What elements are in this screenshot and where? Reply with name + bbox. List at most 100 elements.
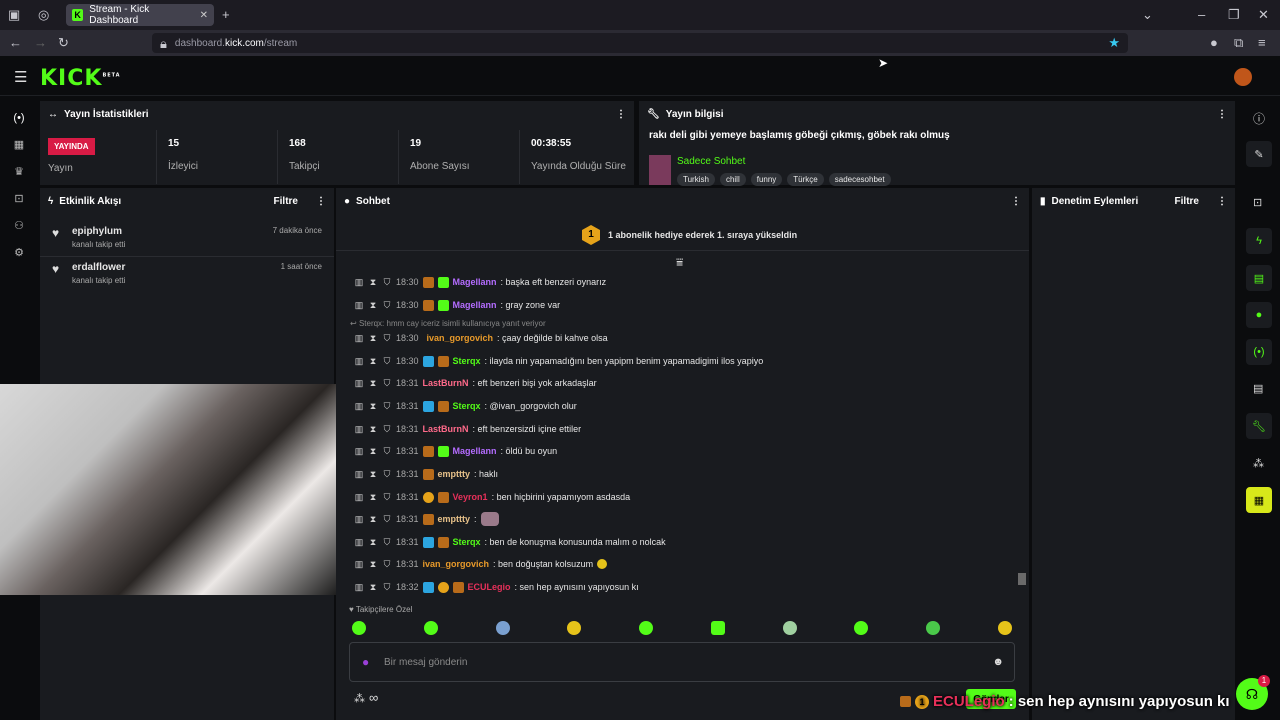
avatar[interactable] (1234, 68, 1252, 86)
filter-button[interactable]: Filtre (1175, 196, 1199, 207)
timeout-icon[interactable]: ⧗ (368, 356, 378, 367)
timeout-icon[interactable]: ⧗ (368, 300, 378, 311)
trash-icon[interactable]: ▥ (354, 300, 364, 311)
more-icon[interactable]: ⋮ (1011, 196, 1021, 207)
reload-icon[interactable]: ↻ (58, 36, 69, 49)
trash-icon[interactable]: ▥ (354, 514, 364, 525)
community-icon[interactable]: ⚇ (12, 219, 26, 233)
activity-user[interactable]: erdalflower (72, 262, 125, 273)
emote-button[interactable] (423, 621, 438, 635)
ban-icon[interactable]: ⛉ (382, 356, 392, 367)
ban-icon[interactable]: ⛉ (382, 277, 392, 288)
filter-button[interactable]: Filtre (274, 196, 298, 207)
infinity-icon[interactable]: ∞ (369, 690, 378, 705)
edit-button[interactable]: ✎ (1246, 141, 1272, 167)
emote-button[interactable] (639, 621, 654, 635)
extensions-icon[interactable]: ⧉ (1234, 36, 1243, 49)
tag[interactable]: Türkçe (787, 173, 824, 186)
timeout-icon[interactable]: ⧗ (368, 333, 378, 344)
timeout-icon[interactable]: ⧗ (368, 492, 378, 503)
message-user[interactable]: Sterqx (453, 537, 481, 547)
trash-icon[interactable]: ▥ (354, 492, 364, 503)
trash-icon[interactable]: ▥ (354, 537, 364, 548)
tag[interactable]: sadecesohbet (828, 173, 891, 186)
trash-icon[interactable]: ▥ (354, 582, 364, 593)
url-field[interactable]: 🔒︎ dashboard.kick.com/stream ★ (152, 33, 1128, 53)
broadcast-icon[interactable]: (•) (12, 112, 26, 126)
message-user[interactable]: Magellann (453, 446, 497, 456)
moderation-icon[interactable]: ⊡ (1253, 196, 1262, 209)
chat-scrollbar[interactable] (1018, 268, 1026, 594)
trash-icon[interactable]: ▥ (354, 559, 364, 570)
message-user[interactable]: ECULegio (468, 582, 511, 592)
new-tab-icon[interactable]: + (222, 8, 230, 21)
message-user[interactable]: Sterqx (453, 401, 481, 411)
shield-icon[interactable]: ● (1210, 36, 1218, 49)
ban-icon[interactable]: ⛉ (382, 559, 392, 570)
timeout-icon[interactable]: ⧗ (368, 514, 378, 525)
scrollbar-thumb[interactable] (1018, 573, 1026, 585)
trash-icon[interactable]: ▥ (354, 446, 364, 457)
support-chat-button[interactable]: ☊ 1 (1236, 675, 1270, 710)
timeout-icon[interactable]: ⧗ (368, 277, 378, 288)
tag[interactable]: Turkish (677, 173, 715, 186)
tab-list-icon[interactable]: ▣ (8, 8, 20, 21)
menu-icon[interactable]: ≡ (1258, 36, 1266, 49)
more-icon[interactable]: ⋮ (616, 109, 626, 120)
emote-button[interactable] (567, 621, 582, 635)
browser-tab[interactable]: K Stream - Kick Dashboard ✕ (66, 4, 214, 26)
message-user[interactable]: empttty (438, 514, 471, 524)
forward-icon[interactable]: → (34, 36, 47, 49)
analytics-icon[interactable]: ▦ (12, 138, 26, 152)
trash-icon[interactable]: ▥ (354, 469, 364, 480)
chevron-down-icon[interactable]: ⌄ (1142, 8, 1153, 21)
activity-user[interactable]: epiphylum (72, 226, 122, 237)
trophy-icon[interactable]: ♛ (12, 165, 26, 179)
close-tab-icon[interactable]: ✕ (200, 10, 208, 21)
timeout-icon[interactable]: ⧗ (368, 424, 378, 435)
timeout-icon[interactable]: ⧗ (368, 582, 378, 593)
emote-button[interactable] (997, 621, 1012, 635)
trash-icon[interactable]: ▥ (354, 378, 364, 389)
trash-icon[interactable]: ▥ (354, 401, 364, 412)
emote-button[interactable] (854, 621, 869, 635)
tag[interactable]: funny (750, 173, 783, 186)
trash-icon[interactable]: ▥ (354, 333, 364, 344)
timeout-icon[interactable]: ⧗ (368, 378, 378, 389)
timeout-icon[interactable]: ⧗ (368, 401, 378, 412)
emote-button[interactable] (926, 621, 941, 635)
broadcast-button[interactable]: (•) (1246, 339, 1272, 365)
message-user[interactable]: LastBurnN (423, 424, 469, 434)
maximize-icon[interactable]: ❐ (1228, 8, 1240, 21)
pause-scroll-icon[interactable]: ⩸ (676, 255, 683, 270)
moderation-icon[interactable]: ⊡ (12, 192, 26, 206)
share-icon[interactable]: ⁂ (1253, 457, 1264, 470)
timeout-icon[interactable]: ⧗ (368, 469, 378, 480)
ban-icon[interactable]: ⛉ (382, 333, 392, 344)
timeout-icon[interactable]: ⧗ (368, 559, 378, 570)
settings-icon[interactable]: ⁂ (354, 692, 365, 705)
trash-icon[interactable]: ▥ (354, 277, 364, 288)
minimize-icon[interactable]: – (1198, 8, 1205, 21)
emote-button[interactable] (782, 621, 797, 635)
emote-button[interactable] (352, 621, 366, 635)
ban-icon[interactable]: ⛉ (382, 446, 392, 457)
hamburger-icon[interactable]: ☰ (14, 68, 27, 86)
timeout-icon[interactable]: ⧗ (368, 537, 378, 548)
more-icon[interactable]: ⋮ (1217, 196, 1227, 207)
ban-icon[interactable]: ⛉ (382, 514, 392, 525)
container-icon[interactable]: ◎ (38, 8, 49, 21)
microphone-icon[interactable]: ● (362, 655, 369, 669)
ban-icon[interactable]: ⛉ (382, 469, 392, 480)
clapperboard-button[interactable]: ▦ (1246, 487, 1272, 513)
wrench-button[interactable]: 🔧︎ (1246, 413, 1272, 439)
chat-input[interactable]: ● Bir mesaj gönderin ☻ (349, 642, 1015, 682)
info-icon[interactable]: ⓘ (1253, 110, 1265, 127)
ban-icon[interactable]: ⛉ (382, 537, 392, 548)
message-user[interactable]: Veyron1 (453, 492, 488, 502)
trash-icon[interactable]: ▥ (354, 356, 364, 367)
tag[interactable]: chill (719, 173, 746, 186)
more-icon[interactable]: ⋮ (316, 196, 326, 207)
message-user[interactable]: LastBurnN (423, 378, 469, 388)
back-icon[interactable]: ← (9, 36, 22, 49)
